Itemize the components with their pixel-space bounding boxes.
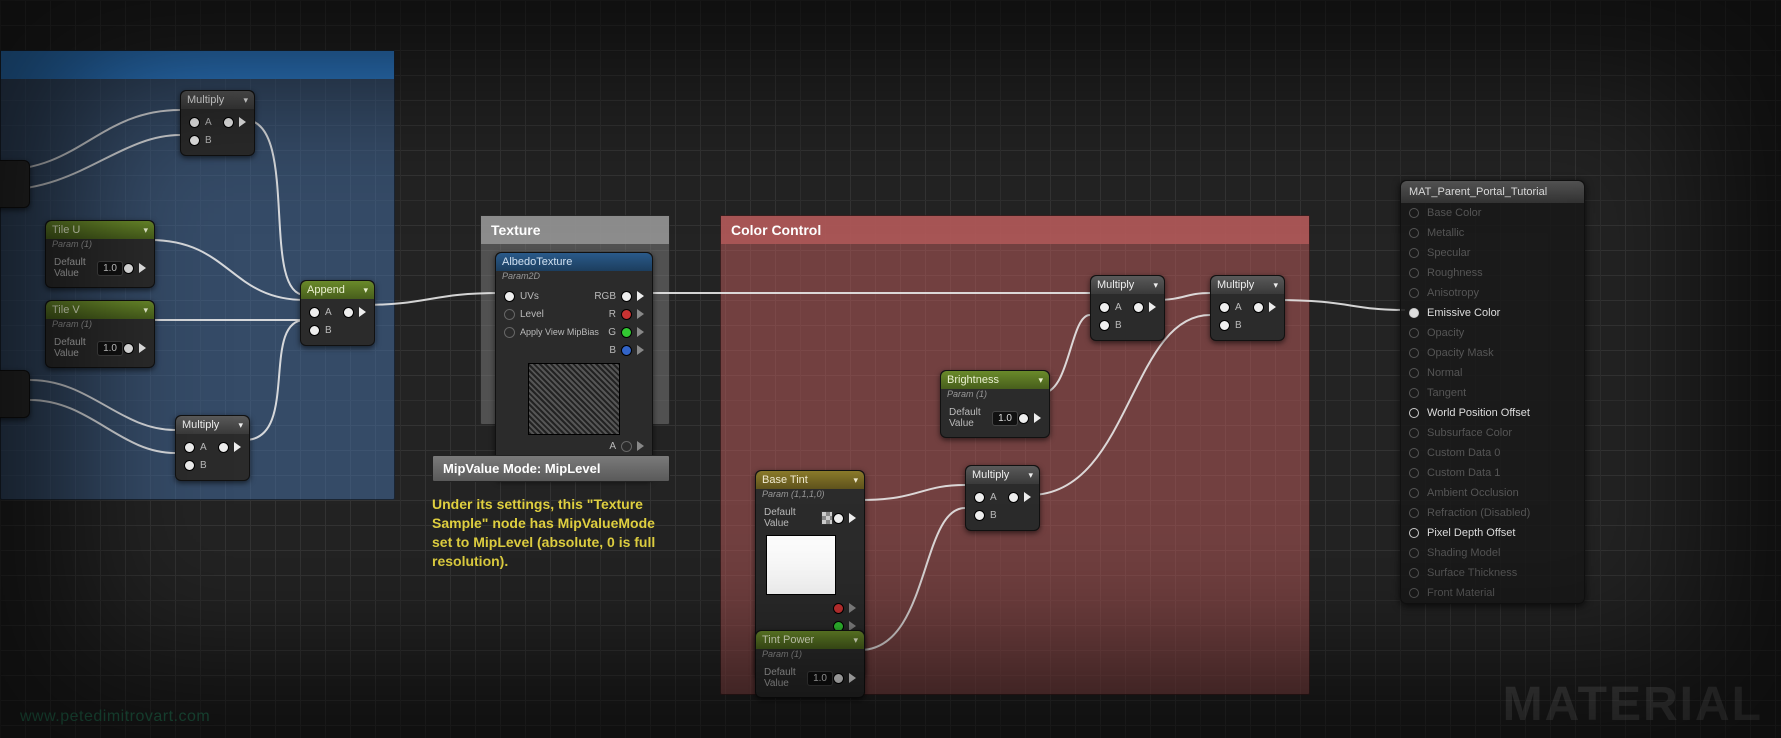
material-pin-surface-thickness: Surface Thickness	[1401, 563, 1584, 583]
partial-node[interactable]	[0, 370, 30, 418]
chevron-down-icon[interactable]: ▾	[1273, 280, 1278, 291]
node-title: Brightness	[947, 374, 999, 386]
chevron-down-icon[interactable]: ▾	[853, 635, 858, 646]
node-subtitle: Param (1)	[46, 319, 154, 331]
append-node[interactable]: Append▾ A B	[300, 280, 375, 346]
material-pin-roughness: Roughness	[1401, 263, 1584, 283]
material-pin-custom-data-1: Custom Data 1	[1401, 463, 1584, 483]
input-pin-b[interactable]	[189, 135, 200, 146]
chevron-down-icon[interactable]: ▾	[853, 475, 858, 486]
comment-header[interactable]	[1, 51, 394, 79]
pin-uvs[interactable]	[504, 291, 515, 302]
pin-level[interactable]	[504, 309, 515, 320]
output-pin[interactable]	[343, 307, 354, 318]
material-pin-subsurface-color: Subsurface Color	[1401, 423, 1584, 443]
material-pin-metallic: Metallic	[1401, 223, 1584, 243]
material-pin-refraction-disabled-: Refraction (Disabled)	[1401, 503, 1584, 523]
watermark-url: www.petedimitrovart.com	[20, 708, 210, 726]
annotation-text: Under its settings, this "Texture Sample…	[432, 495, 662, 571]
node-title: Multiply	[182, 419, 219, 431]
output-pin[interactable]	[1018, 413, 1029, 424]
comment-header-color[interactable]: Color Control	[721, 216, 1309, 244]
comment-header-texture[interactable]: Texture	[481, 216, 669, 244]
input-pin-b[interactable]	[309, 325, 320, 336]
mipvalue-mode-label: MipValue Mode: MipLevel	[432, 455, 670, 482]
output-pin[interactable]	[223, 117, 234, 128]
texture-sample-node[interactable]: AlbedoTexture Param2D UVs RGB Level R Ap…	[495, 252, 653, 480]
pin-a[interactable]	[621, 441, 632, 452]
material-pin-ambient-occlusion: Ambient Occlusion	[1401, 483, 1584, 503]
chevron-down-icon[interactable]: ▾	[143, 225, 148, 236]
chevron-down-icon[interactable]: ▾	[1028, 470, 1033, 481]
pin-g[interactable]	[621, 327, 632, 338]
node-title: Multiply	[972, 469, 1009, 481]
param-tile-v[interactable]: Tile V▾ Param (1) Default Value1.0	[45, 300, 155, 368]
node-title: Multiply	[1217, 279, 1254, 291]
input-pin-a[interactable]	[309, 307, 320, 318]
color-swatch-picker[interactable]	[821, 511, 833, 525]
material-pin-tangent: Tangent	[1401, 383, 1584, 403]
value-input[interactable]: 1.0	[97, 261, 123, 276]
chevron-down-icon[interactable]: ▾	[363, 285, 368, 296]
material-pin-opacity-mask: Opacity Mask	[1401, 343, 1584, 363]
material-node-title: MAT_Parent_Portal_Tutorial	[1401, 181, 1584, 203]
node-subtitle: Param (1)	[756, 649, 864, 661]
chevron-down-icon[interactable]: ▾	[238, 420, 243, 431]
node-subtitle: Param (1,1,1,0)	[756, 489, 864, 501]
param-brightness[interactable]: Brightness▾ Param (1) Default Value1.0	[940, 370, 1050, 438]
material-pin-specular: Specular	[1401, 243, 1584, 263]
multiply-node[interactable]: Multiply▾ A B	[175, 415, 250, 481]
material-output-node[interactable]: MAT_Parent_Portal_Tutorial Base ColorMet…	[1400, 180, 1585, 604]
output-pin[interactable]	[123, 343, 134, 354]
output-pin[interactable]	[833, 513, 844, 524]
material-pins-list: Base ColorMetallicSpecularRoughnessAniso…	[1401, 203, 1584, 603]
multiply-node[interactable]: Multiply▾ A B	[1210, 275, 1285, 341]
material-pin-normal: Normal	[1401, 363, 1584, 383]
chevron-down-icon[interactable]: ▾	[143, 305, 148, 316]
texture-thumbnail[interactable]	[528, 363, 620, 435]
material-pin-opacity: Opacity	[1401, 323, 1584, 343]
material-pin-front-material: Front Material	[1401, 583, 1584, 603]
pin-rgb[interactable]	[621, 291, 632, 302]
node-title: Tile V	[52, 304, 80, 316]
chevron-down-icon[interactable]: ▾	[243, 95, 248, 106]
node-title: Tile U	[52, 224, 80, 236]
color-preview-white[interactable]	[766, 535, 836, 595]
input-pin-a[interactable]	[189, 117, 200, 128]
pin-r[interactable]	[621, 309, 632, 320]
multiply-node[interactable]: Multiply▾ A B	[965, 465, 1040, 531]
chevron-down-icon[interactable]: ▾	[1038, 375, 1043, 386]
partial-node[interactable]	[0, 160, 30, 208]
param-tint-power[interactable]: Tint Power▾ Param (1) Default Value1.0	[755, 630, 865, 698]
output-pin[interactable]	[123, 263, 134, 274]
output-pin[interactable]	[833, 673, 844, 684]
material-pin-anisotropy: Anisotropy	[1401, 283, 1584, 303]
param-tile-u[interactable]: Tile U▾ Param (1) Default Value1.0	[45, 220, 155, 288]
value-input[interactable]: 1.0	[807, 671, 833, 686]
material-pin-world-position-offset[interactable]: World Position Offset	[1401, 403, 1584, 423]
material-pin-shading-model: Shading Model	[1401, 543, 1584, 563]
node-title: Multiply	[187, 94, 224, 106]
node-title: Base Tint	[762, 474, 808, 486]
node-subtitle: Param (1)	[46, 239, 154, 251]
material-pin-pixel-depth-offset[interactable]: Pixel Depth Offset	[1401, 523, 1584, 543]
material-pin-custom-data-0: Custom Data 0	[1401, 443, 1584, 463]
node-title: AlbedoTexture	[502, 256, 572, 268]
node-title: Append	[307, 284, 345, 296]
pin-mipbias[interactable]	[504, 327, 515, 338]
node-subtitle: Param2D	[496, 271, 652, 283]
node-subtitle: Param (1)	[941, 389, 1049, 401]
value-input[interactable]: 1.0	[97, 341, 123, 356]
multiply-node[interactable]: Multiply▾ A B	[1090, 275, 1165, 341]
pin-b[interactable]	[621, 345, 632, 356]
value-input[interactable]: 1.0	[992, 411, 1018, 426]
watermark-material: MATERIAL	[1503, 677, 1763, 732]
node-title: Tint Power	[762, 634, 814, 646]
material-pin-base-color: Base Color	[1401, 203, 1584, 223]
node-title: Multiply	[1097, 279, 1134, 291]
material-pin-emissive-color[interactable]: Emissive Color	[1401, 303, 1584, 323]
chevron-down-icon[interactable]: ▾	[1153, 280, 1158, 291]
multiply-node[interactable]: Multiply▾ A B	[180, 90, 255, 156]
